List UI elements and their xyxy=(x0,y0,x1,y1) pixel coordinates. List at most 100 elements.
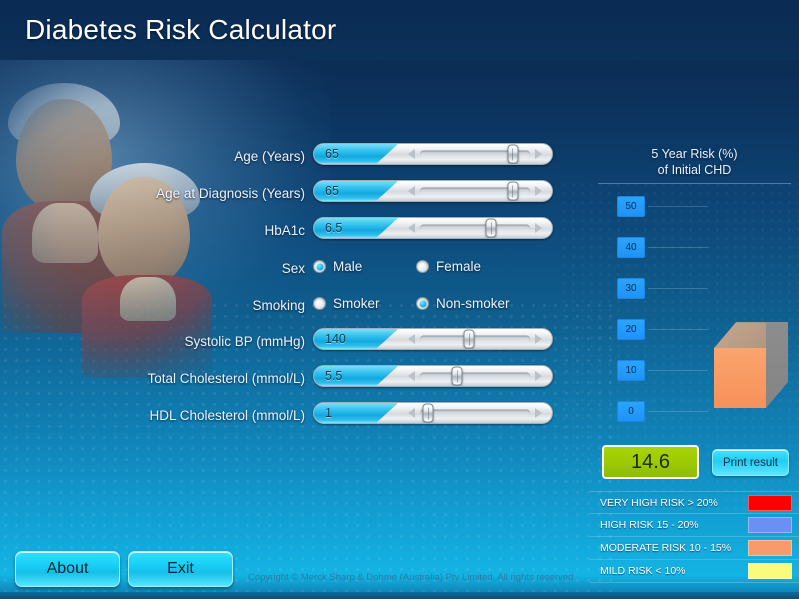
radio-icon-female[interactable] xyxy=(416,260,429,273)
slider-value: 5.5 xyxy=(325,369,343,383)
slider-label-text: Total Cholesterol (mmol/L) xyxy=(147,371,305,386)
slider-track-area[interactable] xyxy=(402,329,548,349)
slider-row-age-at-diagnosis: Age at Diagnosis (Years) 65 xyxy=(0,177,575,214)
about-button[interactable]: About xyxy=(15,551,120,587)
slider-track-area[interactable] xyxy=(402,144,548,164)
legend-swatch xyxy=(748,494,792,511)
chart-gridline xyxy=(648,329,708,330)
legend-swatch xyxy=(748,517,792,533)
slider-track-area[interactable] xyxy=(402,181,548,201)
slider-age[interactable]: 65 xyxy=(313,143,553,165)
radio-label-non-smoker: Non-smoker xyxy=(436,296,510,311)
chart-tick-40: 40 xyxy=(617,237,645,258)
slider-thumb[interactable] xyxy=(451,366,463,386)
slider-value: 6.5 xyxy=(325,221,343,235)
legend-swatch xyxy=(748,540,792,556)
slider-label-text: Age at Diagnosis (Years) xyxy=(156,186,305,201)
arrow-right-icon xyxy=(535,371,542,381)
print-result-button[interactable]: Print result xyxy=(712,449,789,476)
slider-track[interactable] xyxy=(420,409,530,417)
chart-title-line1: 5 Year Risk (%) xyxy=(651,147,738,161)
radio-row-smoking: Smoking Smoker Non-smoker xyxy=(0,288,575,325)
arrow-left-icon xyxy=(408,334,415,344)
chart-title: 5 Year Risk (%) of Initial CHD xyxy=(590,146,799,178)
input-form: Age (Years) 65 Age at Diagnosis (Years) … xyxy=(0,140,575,436)
slider-track-area[interactable] xyxy=(402,403,548,423)
radio-row-sex: Sex Male Female xyxy=(0,251,575,288)
chart-gridline xyxy=(648,247,708,248)
radio-option-female[interactable]: Female xyxy=(416,259,481,274)
chart-bar-front-face xyxy=(714,348,766,408)
chart-tick-0: 0 xyxy=(617,401,645,422)
smoking-label-text: Smoking xyxy=(252,298,305,313)
slider-value: 65 xyxy=(325,184,339,198)
arrow-left-icon xyxy=(408,371,415,381)
slider-total-cholesterol[interactable]: 5.5 xyxy=(313,365,553,387)
arrow-left-icon xyxy=(408,408,415,418)
slider-thumb[interactable] xyxy=(485,218,497,238)
page-title: Diabetes Risk Calculator xyxy=(25,14,337,45)
application-window: Diabetes Risk Calculator Age (Years) 65 … xyxy=(0,0,799,599)
chart-gridline xyxy=(648,288,708,289)
legend-label: MODERATE RISK 10 - 15% xyxy=(600,542,732,554)
legend-row-mild-risk: MILD RISK < 10% xyxy=(590,560,799,583)
slider-label-text: HDL Cholesterol (mmol/L) xyxy=(149,408,305,423)
chart-title-line2: of Initial CHD xyxy=(657,163,732,177)
chart-gridline xyxy=(648,370,708,371)
slider-thumb[interactable] xyxy=(463,329,475,349)
arrow-left-icon xyxy=(408,149,415,159)
panel-divider xyxy=(598,183,791,184)
chart-gridline xyxy=(648,206,708,207)
arrow-left-icon xyxy=(408,186,415,196)
slider-track[interactable] xyxy=(420,335,530,343)
radio-icon-non-smoker[interactable] xyxy=(416,297,429,310)
risk-legend: VERY HIGH RISK > 20% HIGH RISK 15 - 20% … xyxy=(590,491,799,583)
slider-value: 65 xyxy=(325,147,339,161)
slider-label-text: Systolic BP (mmHg) xyxy=(184,334,305,349)
slider-row-systolic-bp: Systolic BP (mmHg) 140 xyxy=(0,325,575,362)
chart-plot-area: 50 40 30 20 10 0 xyxy=(590,188,799,433)
radio-icon-smoker[interactable] xyxy=(313,297,326,310)
chart-bar-side-face xyxy=(766,322,788,408)
slider-label-text: Age (Years) xyxy=(234,149,305,164)
slider-label-text: HbA1c xyxy=(264,223,305,238)
slider-age-at-diagnosis[interactable]: 65 xyxy=(313,180,553,202)
slider-thumb[interactable] xyxy=(507,144,519,164)
slider-track-area[interactable] xyxy=(402,366,548,386)
radio-option-non-smoker[interactable]: Non-smoker xyxy=(416,296,510,311)
arrow-right-icon xyxy=(535,223,542,233)
legend-label: HIGH RISK 15 - 20% xyxy=(600,519,699,531)
footer-edge xyxy=(0,592,799,599)
legend-swatch xyxy=(748,563,792,579)
copyright-text: Copyright © Merck Sharp & Dohme (Austral… xyxy=(248,572,574,583)
slider-track-area[interactable] xyxy=(402,218,548,238)
radio-option-male[interactable]: Male xyxy=(313,259,362,274)
arrow-left-icon xyxy=(408,223,415,233)
slider-row-hdl-cholesterol: HDL Cholesterol (mmol/L) 1 xyxy=(0,399,575,436)
arrow-right-icon xyxy=(535,334,542,344)
arrow-right-icon xyxy=(535,186,542,196)
legend-label: VERY HIGH RISK > 20% xyxy=(600,496,718,509)
radio-label-male: Male xyxy=(333,259,363,274)
result-value-box: 14.6 xyxy=(602,445,699,479)
radio-label-smoker: Smoker xyxy=(333,296,380,311)
legend-row-moderate-risk: MODERATE RISK 10 - 15% xyxy=(590,537,799,560)
slider-thumb[interactable] xyxy=(422,403,434,423)
slider-hdl-cholesterol[interactable]: 1 xyxy=(313,402,553,424)
radio-label-female: Female xyxy=(436,259,482,274)
chart-tick-10: 10 xyxy=(617,360,645,381)
slider-track[interactable] xyxy=(420,224,530,232)
slider-row-total-cholesterol: Total Cholesterol (mmol/L) 5.5 xyxy=(0,362,575,399)
chart-tick-30: 30 xyxy=(617,278,645,299)
radio-option-smoker[interactable]: Smoker xyxy=(313,296,380,311)
slider-value: 140 xyxy=(325,332,346,346)
slider-hba1c[interactable]: 6.5 xyxy=(313,217,553,239)
arrow-right-icon xyxy=(535,149,542,159)
slider-track[interactable] xyxy=(420,372,530,380)
slider-systolic-bp[interactable]: 140 xyxy=(313,328,553,350)
legend-row-high-risk: HIGH RISK 15 - 20% xyxy=(590,514,799,537)
exit-button[interactable]: Exit xyxy=(128,551,233,587)
slider-thumb[interactable] xyxy=(507,181,519,201)
radio-icon-male[interactable] xyxy=(313,260,326,273)
slider-row-hba1c: HbA1c 6.5 xyxy=(0,214,575,251)
